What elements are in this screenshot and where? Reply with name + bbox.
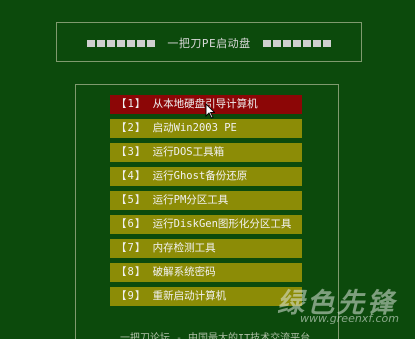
watermark-logo: 绿色先锋 www.greenxf.com [253,281,403,329]
menu-item-label: 内存检测工具 [152,242,216,254]
menu-item-label: 启动Win2003 PE [152,122,237,134]
menu-item-number: 【8】 [116,266,147,278]
menu-item-label: 运行DiskGen图形化分区工具 [152,218,292,230]
menu-item-memory-test[interactable]: 【7】 内存检测工具 [110,239,302,258]
menu-item-number: 【2】 [116,122,147,134]
footer-text: 一把刀论坛 - 中国最大的IT技术交流平台 [120,333,311,339]
menu-item-label: 运行PM分区工具 [152,194,229,206]
menu-item-number: 【9】 [116,290,147,302]
square-block [282,39,291,47]
menu-item-win2003-pe[interactable]: 【2】 启动Win2003 PE [110,119,302,138]
menu-item-label: 运行Ghost备份还原 [152,170,248,182]
menu-item-dos-toolbox[interactable]: 【3】 运行DOS工具箱 [110,143,302,162]
square-block [262,39,271,47]
menu-item-crack-password[interactable]: 【8】 破解系统密码 [110,263,302,282]
menu-item-pm-partition[interactable]: 【5】 运行PM分区工具 [110,191,302,210]
square-block [137,39,146,47]
menu-item-diskgen[interactable]: 【6】 运行DiskGen图形化分区工具 [110,215,302,234]
menu-item-number: 【3】 [116,146,147,158]
square-block [87,39,96,47]
square-block [312,39,321,47]
square-block [97,39,106,47]
header-box: 一把刀PE启动盘 [56,22,362,62]
square-block [117,39,126,47]
boot-menu: 【1】 从本地硬盘引导计算机 【2】 启动Win2003 PE 【3】 运行DO… [110,95,302,311]
menu-item-number: 【7】 [116,242,147,254]
menu-item-number: 【1】 [116,98,147,110]
mouse-cursor-icon [205,103,215,119]
menu-item-number: 【4】 [116,170,147,182]
page-title: 一把刀PE启动盘 [167,37,251,50]
menu-item-number: 【6】 [116,218,147,230]
menu-item-label: 破解系统密码 [152,266,216,278]
title-squares-right [262,39,331,47]
square-block [292,39,301,47]
square-block [322,39,331,47]
header-row: 一把刀PE启动盘 [57,35,361,51]
square-block [147,39,156,47]
menu-item-label: 重新启动计算机 [152,290,227,302]
boot-screen: 一把刀PE启动盘 【1】 从本地硬盘引导计算机 【2】 启动Win2003 PE [0,0,415,339]
title-squares-left [87,39,156,47]
square-block [127,39,136,47]
square-block [272,39,281,47]
menu-item-ghost[interactable]: 【4】 运行Ghost备份还原 [110,167,302,186]
square-block [302,39,311,47]
menu-item-label: 运行DOS工具箱 [152,146,225,158]
watermark-url: www.greenxf.com [300,312,399,325]
square-block [107,39,116,47]
menu-item-number: 【5】 [116,194,147,206]
